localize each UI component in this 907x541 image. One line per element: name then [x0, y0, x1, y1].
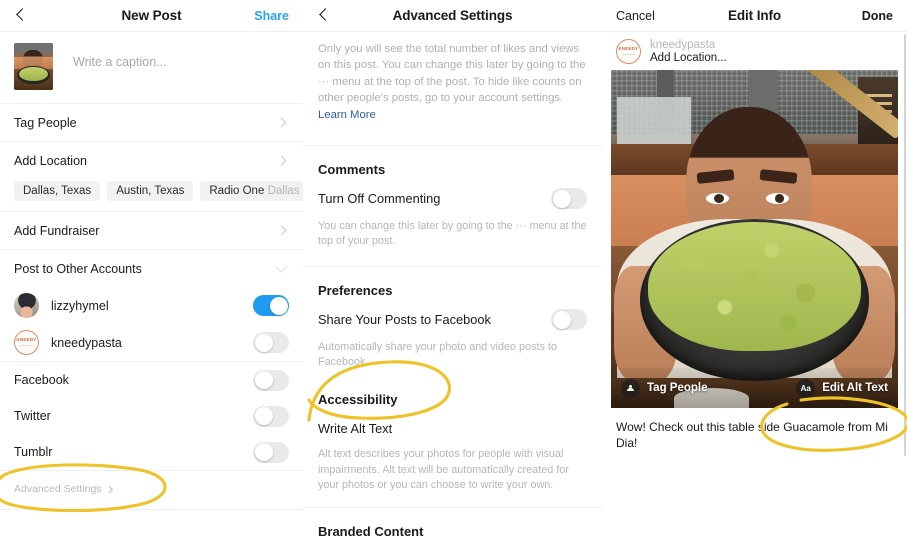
page-title: Advanced Settings	[392, 8, 513, 23]
panel-new-post: New Post Share Write a caption... Tag Pe…	[0, 0, 303, 541]
chevron-down-icon	[275, 260, 287, 273]
service-row-twitter: Twitter	[0, 398, 303, 434]
setting-label: Turn Off Commenting	[318, 191, 441, 207]
row-label: Add Fundraiser	[14, 223, 100, 238]
service-label: Tumblr	[14, 445, 53, 459]
scrollbar[interactable]	[903, 34, 906, 456]
row-label: Tag People	[14, 115, 77, 130]
panel-edit-info: Cancel Edit Info Done kneedypasta Add Lo…	[602, 0, 907, 541]
chevron-right-icon	[105, 485, 113, 493]
avatar	[616, 39, 641, 64]
account-name: lizzyhymel	[51, 298, 109, 313]
account-username: kneedypasta	[650, 39, 716, 51]
alt-text-icon: Aa	[796, 378, 816, 398]
account-row-kneedypasta: kneedypasta	[0, 324, 303, 361]
intro-text: Only you will see the total number of li…	[318, 43, 586, 121]
divider	[0, 509, 303, 510]
section-heading-preferences: Preferences	[318, 282, 393, 298]
panel-advanced-settings: Advanced Settings Only you will see the …	[303, 0, 602, 541]
chevron-left-icon[interactable]	[14, 7, 28, 25]
setting-write-alt-text[interactable]: Write Alt Text	[303, 409, 602, 447]
service-label: Twitter	[14, 409, 51, 423]
setting-description: Alt text describes your photos for peopl…	[318, 448, 569, 491]
setting-description: You can change this later by going to th…	[318, 219, 587, 248]
learn-more-link[interactable]: Learn More	[318, 109, 376, 121]
location-suggestions: Dallas, Texas Austin, Texas Radio One Da…	[0, 179, 303, 211]
row-post-to-other-accounts[interactable]: Post to Other Accounts	[0, 250, 303, 287]
toggle-kneedypasta[interactable]	[253, 332, 289, 353]
share-button[interactable]: Share	[254, 9, 289, 23]
navbar-advanced-settings: Advanced Settings	[303, 0, 602, 31]
post-photo: Tag People Aa Edit Alt Text	[611, 70, 898, 408]
location-chip[interactable]: Austin, Texas	[107, 181, 194, 201]
chevron-right-icon	[276, 117, 287, 128]
setting-description: Automatically share your photo and video…	[318, 340, 557, 368]
setting-turn-off-commenting: Turn Off Commenting	[303, 179, 602, 219]
post-thumbnail[interactable]	[14, 43, 53, 90]
location-chip[interactable]: Dallas, Texas	[14, 181, 101, 201]
advanced-settings-link[interactable]: Advanced Settings	[0, 471, 303, 509]
toggle-twitter[interactable]	[253, 405, 289, 427]
account-header: kneedypasta Add Location...	[602, 32, 907, 70]
toggle-tumblr[interactable]	[253, 441, 289, 463]
section-heading-comments: Comments	[318, 161, 386, 177]
setting-share-to-facebook: Share Your Posts to Facebook	[303, 300, 602, 340]
service-row-tumblr: Tumblr	[0, 434, 303, 470]
service-row-facebook: Facebook	[0, 362, 303, 398]
toggle-turn-off-commenting[interactable]	[551, 188, 587, 210]
edit-alt-text-label: Edit Alt Text	[822, 382, 888, 394]
caption-input[interactable]: Write a caption...	[73, 43, 167, 69]
tag-people-label: Tag People	[647, 382, 708, 394]
edit-alt-text-button[interactable]: Aa Edit Alt Text	[796, 378, 888, 398]
caption-row[interactable]: Write a caption...	[0, 32, 303, 103]
tag-people-button[interactable]: Tag People	[621, 378, 708, 398]
toggle-share-to-facebook[interactable]	[551, 309, 587, 331]
post-caption: Wow! Check out this table side Guacamole…	[616, 420, 888, 451]
three-panel-screenshot: New Post Share Write a caption... Tag Pe…	[0, 0, 907, 541]
navbar-edit-info: Cancel Edit Info Done	[602, 0, 907, 31]
toggle-lizzyhymel[interactable]	[253, 295, 289, 316]
account-name: kneedypasta	[51, 335, 122, 350]
add-location-field[interactable]: Add Location...	[650, 52, 727, 64]
section-heading-branded-content: Branded Content	[318, 524, 424, 540]
row-add-location[interactable]: Add Location	[0, 142, 303, 179]
row-add-fundraiser[interactable]: Add Fundraiser	[0, 212, 303, 249]
avatar	[14, 330, 39, 355]
setting-label: Write Alt Text	[318, 420, 393, 436]
person-icon	[621, 378, 640, 398]
account-row-lizzyhymel: lizzyhymel	[0, 287, 303, 324]
section-heading-accessibility: Accessibility	[318, 392, 398, 408]
row-label: Post to Other Accounts	[14, 261, 142, 276]
photo-action-overlay: Tag People Aa Edit Alt Text	[611, 368, 898, 408]
chevron-right-icon	[276, 225, 287, 236]
chevron-right-icon	[276, 155, 287, 166]
toggle-facebook[interactable]	[253, 369, 289, 391]
navbar-new-post: New Post Share	[0, 0, 303, 31]
advanced-settings-label: Advanced Settings	[14, 483, 102, 495]
row-label: Add Location	[14, 153, 87, 168]
setting-label: Share Your Posts to Facebook	[318, 312, 491, 328]
location-chip[interactable]: Radio One Dallas	[200, 181, 303, 201]
service-label: Facebook	[14, 373, 69, 387]
row-tag-people[interactable]: Tag People	[0, 104, 303, 141]
cancel-button[interactable]: Cancel	[616, 9, 655, 23]
avatar	[14, 293, 39, 318]
chevron-left-icon[interactable]	[317, 7, 331, 25]
done-button[interactable]: Done	[862, 9, 893, 23]
